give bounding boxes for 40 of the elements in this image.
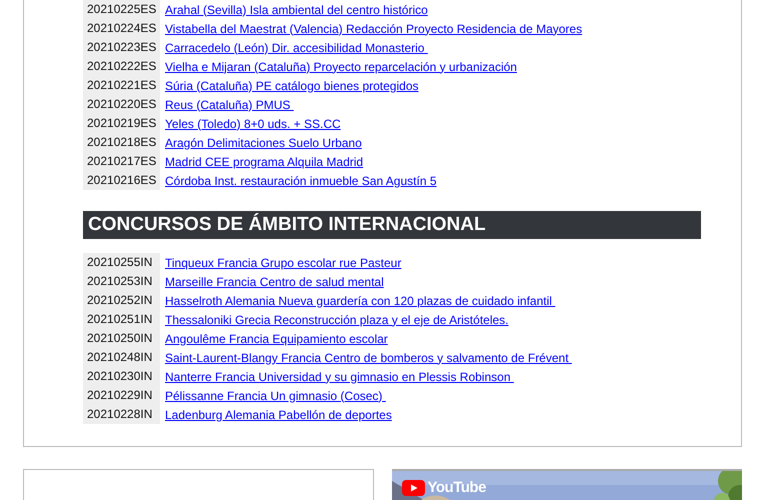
competition-link[interactable]: Carracedelo (León) Dir. accesibilidad Monasterio [165,40,428,54]
code-cell: 20210223ES [83,38,160,57]
competition-link[interactable]: Madrid CEE programa Alquila Madrid [165,154,364,168]
code-cell: 20210225ES [83,0,160,19]
competition-link[interactable]: Reus (Cataluña) PMUS [165,98,294,112]
code-cell: 20210219ES [83,114,160,133]
competition-link[interactable]: Ladenburg Alemania Pabellón de deportes [165,408,392,422]
code-cell: 20210229IN [83,386,160,405]
competition-link[interactable]: Córdoba Inst. restauración inmueble San Agustín 5 [165,174,436,188]
code-cell: 20210216ES [83,171,160,190]
competition-link[interactable]: Aragón Delimitaciones Suelo Urbano [165,136,362,150]
code-cell: 20210221ES [83,76,160,95]
code-cell: 20210222ES [83,57,160,76]
competition-link[interactable]: Arahal (Sevilla) Isla ambiental del centro histórico [165,2,428,16]
code-cell: 20210218ES [83,133,160,152]
competition-link[interactable]: Hasselroth Alemania Nueva guardería con 120 plazas de cuidado infantil [165,294,556,308]
competition-link[interactable]: Vielha e Mijaran (Cataluña) Proyecto reparcelación y urbanización [165,60,517,74]
code-cell: 20210250IN [83,329,160,348]
competition-link[interactable]: Vistabella del Maestrat (Valencia) Redacción Proyecto Residencia de Mayores [165,22,582,36]
section-heading: CONCURSOS DE ÁMBITO INTERNACIONAL [83,211,701,239]
competition-link[interactable]: Marseille Francia Centro de salud mental [165,274,384,288]
competition-link[interactable]: Pélissanne Francia Un gimnasio (Cosec) [165,388,386,402]
competition-link[interactable]: Nanterre Francia Universidad y su gimnasio en Plessis Robinson [165,370,514,384]
competition-link[interactable]: Tinqueux Francia Grupo escolar rue Pasteur [165,256,402,270]
code-cell: 20210230IN [83,367,160,386]
code-cell: 20210252IN [83,291,160,310]
competition-link[interactable]: Yeles (Toledo) 8+0 uds. + SS.CC [165,116,341,130]
code-cell: 20210253IN [83,272,160,291]
competition-link[interactable]: Súria (Cataluña) PE catálogo bienes protegidos [165,78,418,92]
competition-link[interactable]: Angoulême Francia Equipamiento escolar [165,332,388,346]
logo-text: YouTube [428,479,486,496]
code-cell: 20210220ES [83,95,160,114]
code-cell: 20210248IN [83,348,160,367]
code-cell: 20210255IN [83,253,160,272]
competition-link[interactable]: Thessaloniki Grecia Reconstrucción plaza y el eje de Aristóteles. [165,312,508,326]
code-cell: 20210217ES [83,152,160,171]
competition-link[interactable]: Saint-Laurent-Blangy Francia Centro de bomberos y salvamento de Frévent [165,350,572,364]
code-cell: 20210224ES [83,19,160,38]
code-cell: 20210251IN [83,310,160,329]
code-cell: 20210228IN [83,405,160,424]
